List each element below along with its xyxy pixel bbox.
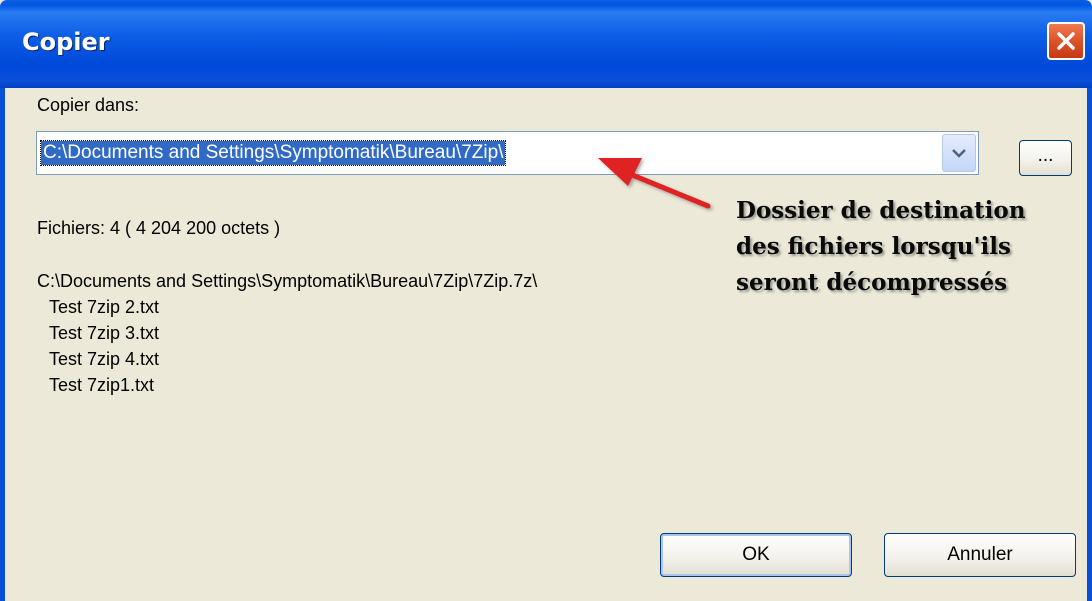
arrow-shaft (622, 169, 711, 209)
list-item: Test 7zip 3.txt (49, 323, 160, 343)
title-bar[interactable]: Copier (0, 0, 1092, 88)
ok-button[interactable]: OK (660, 533, 852, 577)
destination-label: Copier dans: (37, 95, 140, 115)
annotation-callout: Dossier de destination des fichiers lors… (736, 193, 1025, 301)
list-item: Test 7zip1.txt (49, 375, 155, 395)
archive-path: C:\Documents and Settings\Symptomatik\Bu… (37, 271, 538, 291)
list-item: Test 7zip 4.txt (49, 349, 160, 369)
browse-button[interactable]: ... (1019, 140, 1072, 176)
dropdown-button[interactable] (942, 134, 976, 172)
destination-path-input[interactable]: C:\Documents and Settings\Symptomatik\Bu… (39, 140, 507, 166)
window-title: Copier (22, 28, 110, 56)
window-border-left (0, 88, 5, 601)
window-border-right (1087, 88, 1092, 601)
annotation-line: Dossier de destination (736, 197, 1026, 224)
chevron-down-icon (952, 149, 966, 158)
file-list: C:\Documents and Settings\Symptomatik\Bu… (37, 268, 537, 398)
files-summary: Fichiers: 4 ( 4 204 200 octets ) (37, 218, 281, 238)
annotation-line: des fichiers lorsqu'ils (736, 233, 1011, 260)
copy-dialog: Copier Copier dans: C:\Documents and Set… (0, 0, 1092, 601)
destination-path-combobox[interactable]: C:\Documents and Settings\Symptomatik\Bu… (36, 131, 979, 175)
annotation-line: seront décompressés (736, 269, 1008, 296)
cancel-button[interactable]: Annuler (884, 533, 1076, 577)
close-icon (1057, 32, 1075, 50)
list-item: Test 7zip 2.txt (49, 297, 160, 317)
close-button[interactable] (1047, 22, 1085, 60)
